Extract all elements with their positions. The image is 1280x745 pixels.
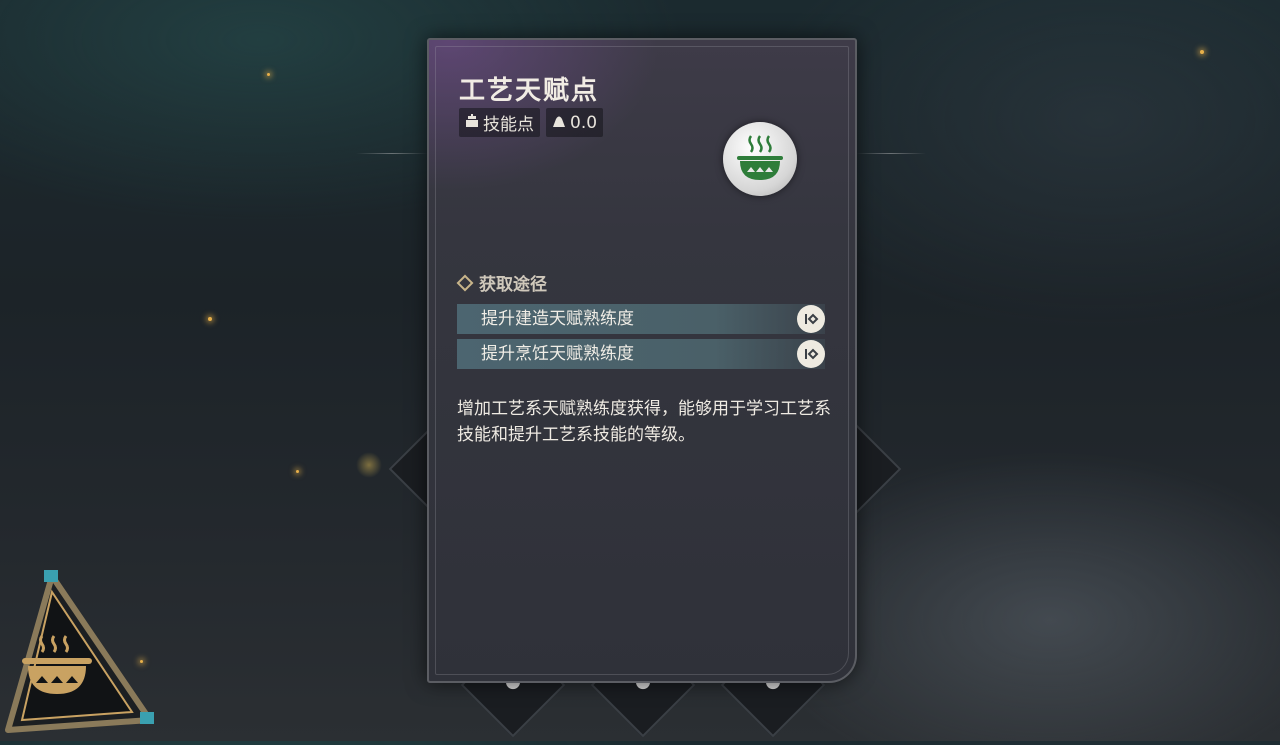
diamond-bullet-icon: [456, 274, 474, 291]
ember-particle: [208, 317, 212, 321]
acquisition-heading: 获取途径: [456, 270, 547, 295]
route-label: 提升建造天赋熟练度: [481, 309, 634, 329]
go-arrow-icon[interactable]: [797, 340, 825, 368]
weight-tag: 0.0: [546, 108, 604, 137]
crafting-talent-emblem[interactable]: [0, 570, 160, 741]
ember-particle: [267, 73, 270, 76]
go-arrow-icon[interactable]: [797, 305, 825, 333]
weight-icon: [552, 114, 566, 132]
tag-row: 技能点 0.0: [459, 108, 604, 137]
tooltip-description: 增加工艺系天赋熟练度获得，能够用于学习工艺系技能和提升工艺系技能的等级。: [457, 399, 831, 445]
item-type-tag: 技能点: [459, 108, 540, 137]
weight-value: 0.0: [570, 112, 598, 133]
ember-particle: [1200, 50, 1204, 54]
acquisition-heading-label: 获取途径: [479, 275, 547, 295]
ember-glow: [356, 452, 382, 478]
ember-particle: [296, 470, 299, 473]
route-building-proficiency[interactable]: 提升建造天赋熟练度: [457, 304, 825, 334]
skill-point-icon: [465, 113, 479, 132]
talent-point-tooltip: 工艺天赋点 技能点 0.0 获取途径 提升建造天赋熟练度 提升烹饪天赋熟练度 增…: [427, 38, 857, 683]
divider-line-right: [856, 153, 926, 154]
item-type-label: 技能点: [483, 115, 534, 135]
route-cooking-proficiency[interactable]: 提升烹饪天赋熟练度: [457, 339, 825, 369]
route-label: 提升烹饪天赋熟练度: [481, 344, 634, 364]
divider-line-left: [356, 153, 428, 154]
tooltip-title: 工艺天赋点: [459, 76, 600, 106]
cooking-pot-icon: [723, 122, 797, 196]
